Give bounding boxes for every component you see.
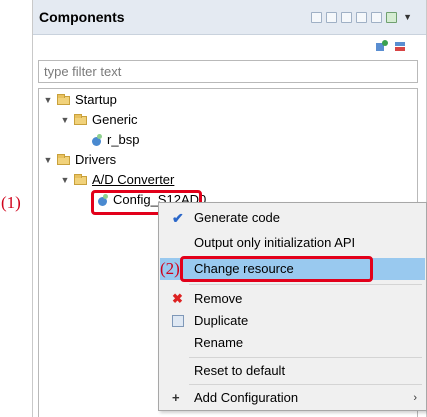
- layout-icon[interactable]: [326, 11, 338, 23]
- remove-icon: ✖: [172, 291, 183, 306]
- panel-title: Components: [39, 9, 125, 25]
- tree-item-drivers[interactable]: ▼ Drivers: [42, 150, 117, 170]
- tree-item-generic[interactable]: ▼ Generic: [59, 110, 138, 130]
- panel-titlebar: Components ▼: [33, 0, 426, 35]
- menu-item-generate-code[interactable]: ✔ Generate code: [160, 207, 425, 229]
- step-1-annotation: (1): [1, 193, 21, 212]
- remove-component-icon[interactable]: [394, 40, 406, 52]
- add-component-icon[interactable]: [376, 40, 388, 52]
- menu-separator: [189, 357, 422, 358]
- menu-item-rename[interactable]: Rename: [160, 332, 425, 354]
- menu-item-label: Output only initialization API: [194, 235, 356, 250]
- titlebar-toolbar: ▼: [311, 10, 412, 24]
- tree-item-r-bsp[interactable]: r_bsp: [91, 130, 140, 150]
- component-actions: [376, 40, 406, 52]
- menu-item-label: Remove: [194, 291, 243, 306]
- menu-item-output-init-api[interactable]: Output only initialization API: [160, 232, 425, 254]
- view-mode-icon[interactable]: [311, 11, 323, 23]
- plus-icon: +: [172, 390, 180, 405]
- menu-separator: [189, 384, 422, 385]
- folder-icon: [74, 113, 87, 125]
- tree-item-ad-converter[interactable]: ▼ A/D Converter: [59, 170, 175, 190]
- menu-item-label: Rename: [194, 335, 244, 350]
- step-2-annotation: (2): [160, 259, 180, 278]
- tree-item-label: r_bsp: [107, 132, 140, 147]
- chevron-down-icon[interactable]: ▼: [42, 150, 54, 170]
- check-icon: ✔: [172, 210, 184, 226]
- expand-all-icon[interactable]: [371, 11, 383, 23]
- tree-item-label: A/D Converter: [92, 172, 175, 187]
- menu-item-remove[interactable]: ✖ Remove: [160, 288, 425, 310]
- sort-icon[interactable]: [341, 11, 353, 23]
- menu-item-label: Add Configuration: [194, 390, 299, 405]
- folder-icon: [57, 153, 70, 165]
- collapse-all-icon[interactable]: [356, 11, 368, 23]
- change-resource-highlight-box: [180, 256, 373, 282]
- tree-item-startup[interactable]: ▼ Startup: [42, 90, 117, 110]
- chevron-down-icon[interactable]: ▼: [59, 110, 71, 130]
- menu-item-duplicate[interactable]: Duplicate: [160, 310, 425, 332]
- folder-icon: [74, 173, 87, 185]
- duplicate-icon: [172, 315, 184, 327]
- chevron-down-icon[interactable]: ▼: [42, 90, 54, 110]
- link-editor-icon[interactable]: [386, 11, 398, 23]
- view-menu-chevron-icon[interactable]: ▼: [403, 12, 412, 22]
- tree-item-label: Generic: [92, 112, 138, 127]
- menu-item-label: Duplicate: [194, 313, 249, 328]
- tree-item-label: Startup: [75, 92, 117, 107]
- component-icon: [91, 134, 103, 146]
- submenu-arrow-icon: ›: [413, 392, 417, 404]
- chevron-down-icon[interactable]: ▼: [59, 170, 71, 190]
- menu-separator: [189, 284, 422, 285]
- menu-item-label: Generate code: [194, 210, 281, 225]
- menu-item-label: Reset to default: [194, 363, 286, 378]
- folder-icon: [57, 93, 70, 105]
- tree-item-label: Drivers: [75, 152, 117, 167]
- menu-item-add-configuration[interactable]: + Add Configuration ›: [160, 387, 425, 409]
- filter-input[interactable]: [38, 60, 418, 83]
- context-menu: ✔ Generate code Output only initializati…: [158, 202, 427, 411]
- menu-item-reset-default[interactable]: Reset to default: [160, 360, 425, 382]
